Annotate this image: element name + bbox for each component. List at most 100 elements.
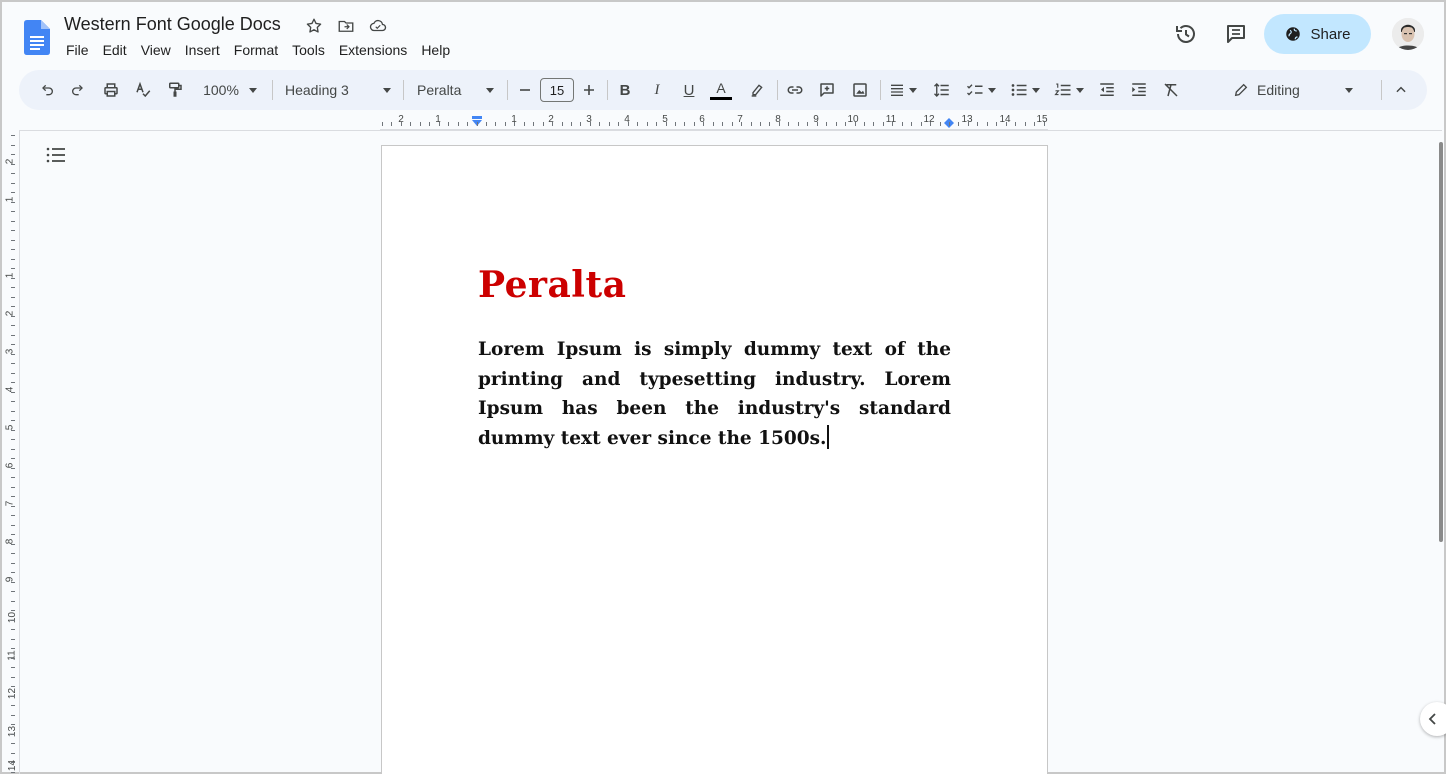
font-size-input[interactable]: 15 xyxy=(539,70,575,110)
menu-edit[interactable]: Edit xyxy=(101,42,135,58)
ruler-number: 13 xyxy=(7,725,19,738)
ruler-tick xyxy=(788,122,790,126)
ruler-tick xyxy=(11,496,15,497)
ruler-tick xyxy=(760,122,761,126)
document-body[interactable]: Lorem Ipsum is simply dummy text of the … xyxy=(478,335,951,453)
ruler-tick xyxy=(863,122,865,126)
ruler-tick xyxy=(693,122,695,126)
editing-mode-select[interactable]: Editing xyxy=(1233,70,1353,110)
decrease-font-size-icon[interactable] xyxy=(515,70,535,110)
bulleted-list-select[interactable] xyxy=(1007,70,1043,110)
ruler-tick xyxy=(608,122,610,126)
ruler-tick xyxy=(561,122,563,126)
version-history-icon[interactable] xyxy=(1174,22,1198,46)
ruler-tick xyxy=(11,192,15,193)
ruler-tick xyxy=(11,163,15,165)
docs-logo-icon[interactable] xyxy=(24,20,50,55)
highlight-icon[interactable] xyxy=(745,70,769,110)
ruler-tick xyxy=(11,752,15,754)
menu-view[interactable]: View xyxy=(139,42,179,58)
underline-button[interactable]: U xyxy=(679,70,699,110)
undo-icon[interactable] xyxy=(35,70,59,110)
pencil-icon xyxy=(1234,83,1248,97)
ruler-tick xyxy=(599,122,601,126)
redo-icon[interactable] xyxy=(66,70,90,110)
ruler-number: 12 xyxy=(7,687,19,700)
ruler-tick xyxy=(873,122,875,126)
ruler-tick xyxy=(11,277,15,279)
ruler-tick xyxy=(674,122,676,126)
ruler-tick xyxy=(901,122,903,126)
ruler-tick xyxy=(1034,122,1036,126)
paint-format-icon[interactable] xyxy=(163,70,187,110)
numbered-list-select[interactable] xyxy=(1051,70,1087,110)
ruler-tick xyxy=(750,122,752,126)
menu-help[interactable]: Help xyxy=(419,42,458,58)
ruler-tick xyxy=(11,458,15,459)
ruler-tick xyxy=(11,686,15,687)
star-icon[interactable] xyxy=(304,16,324,36)
formatting-toolbar: 100% Heading 3 Peralta 15 B I U A Editin… xyxy=(19,70,1427,110)
ruler-tick xyxy=(11,619,15,621)
document-outline-icon[interactable] xyxy=(46,146,66,164)
add-comment-icon[interactable] xyxy=(815,70,839,110)
ruler-tick xyxy=(996,122,998,126)
menu-extensions[interactable]: Extensions xyxy=(337,42,415,58)
decrease-indent-icon[interactable] xyxy=(1095,70,1119,110)
avatar[interactable] xyxy=(1392,18,1424,50)
ruler-tick xyxy=(438,122,440,126)
divider xyxy=(880,80,881,100)
ruler-tick xyxy=(11,401,15,402)
document-page[interactable]: Peralta Lorem Ipsum is simply dummy text… xyxy=(381,145,1048,774)
document-heading[interactable]: Peralta xyxy=(478,264,626,306)
font-select[interactable]: Peralta xyxy=(417,70,494,110)
menu-insert[interactable]: Insert xyxy=(183,42,228,58)
vertical-scrollbar[interactable] xyxy=(1439,142,1443,542)
side-panel-toggle[interactable] xyxy=(1420,702,1446,736)
horizontal-ruler[interactable]: 2 1 1 2 3 4 5 6 7 8 9 10 11 12 13 14 15 xyxy=(380,114,1048,130)
ruler-tick xyxy=(939,122,941,126)
ruler-tick xyxy=(11,629,15,630)
increase-font-size-icon[interactable] xyxy=(579,70,599,110)
ruler-tick xyxy=(11,657,15,659)
print-icon[interactable] xyxy=(99,70,123,110)
italic-button[interactable]: I xyxy=(647,70,667,110)
collapse-menus-icon[interactable] xyxy=(1391,70,1411,110)
ruler-tick xyxy=(778,122,780,126)
ruler-tick xyxy=(11,239,15,241)
ruler-tick xyxy=(11,144,15,146)
bold-button[interactable]: B xyxy=(615,70,635,110)
share-button[interactable]: Share xyxy=(1264,14,1371,54)
ruler-tick xyxy=(986,122,988,126)
chevron-left-icon xyxy=(1428,713,1436,725)
checklist-select[interactable] xyxy=(963,70,999,110)
menu-format[interactable]: Format xyxy=(232,42,286,58)
spellcheck-icon[interactable] xyxy=(131,70,155,110)
ruler-tick xyxy=(11,448,15,450)
ruler-tick xyxy=(495,122,497,126)
ruler-tick xyxy=(571,122,572,126)
ruler-tick xyxy=(11,695,15,697)
cloud-saved-icon[interactable] xyxy=(368,16,388,36)
text-color-button[interactable]: A xyxy=(709,70,733,110)
clear-formatting-icon[interactable] xyxy=(1159,70,1183,110)
menu-tools[interactable]: Tools xyxy=(290,42,333,58)
ruler-tick xyxy=(11,344,15,345)
align-select[interactable] xyxy=(887,70,919,110)
ruler-tick xyxy=(11,467,15,469)
style-select[interactable]: Heading 3 xyxy=(285,70,391,110)
vertical-ruler[interactable]: 2 1 1 2 3 4 5 6 7 8 9 10 11 12 13 14 xyxy=(4,130,20,774)
insert-link-icon[interactable] xyxy=(783,70,807,110)
move-folder-icon[interactable] xyxy=(336,16,356,36)
comments-icon[interactable] xyxy=(1224,22,1248,46)
zoom-select[interactable]: 100% xyxy=(197,70,263,110)
ruler-tick xyxy=(11,733,15,735)
insert-image-icon[interactable] xyxy=(848,70,872,110)
increase-indent-icon[interactable] xyxy=(1127,70,1151,110)
ruler-tick xyxy=(656,122,657,126)
document-title[interactable]: Western Font Google Docs xyxy=(64,14,281,35)
line-spacing-icon[interactable] xyxy=(930,70,954,110)
menu-file[interactable]: File xyxy=(64,42,97,58)
ruler-tick xyxy=(11,477,15,478)
ruler-tick xyxy=(835,122,837,126)
